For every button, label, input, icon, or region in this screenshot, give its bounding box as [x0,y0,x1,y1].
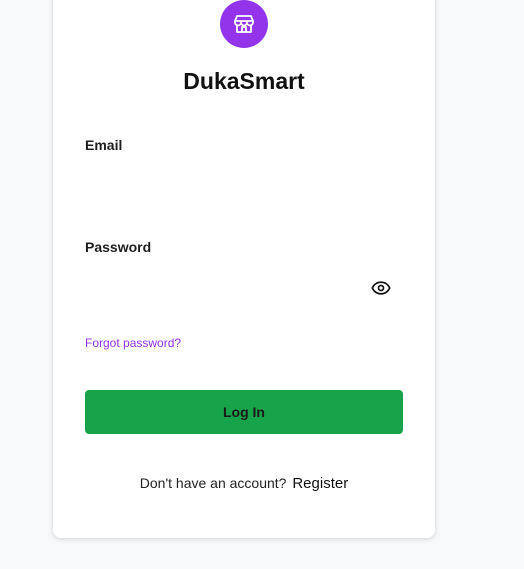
password-field[interactable] [85,267,365,307]
eye-icon[interactable] [371,278,391,298]
password-label: Password [85,239,152,255]
register-prompt-text: Don't have an account? [139,475,287,491]
login-card: DukaSmart Email Password Forgot password… [53,0,435,538]
forgot-password-link[interactable]: Forgot password? [85,336,181,350]
email-label: Email [85,137,123,153]
app-logo [220,0,268,48]
register-prompt: Don't have an account? Register [53,475,435,492]
app-title: DukaSmart [183,68,305,94]
store-icon [234,15,254,33]
register-link[interactable]: Register [292,475,348,492]
email-field[interactable] [85,164,403,204]
login-button[interactable]: Log In [85,390,403,434]
